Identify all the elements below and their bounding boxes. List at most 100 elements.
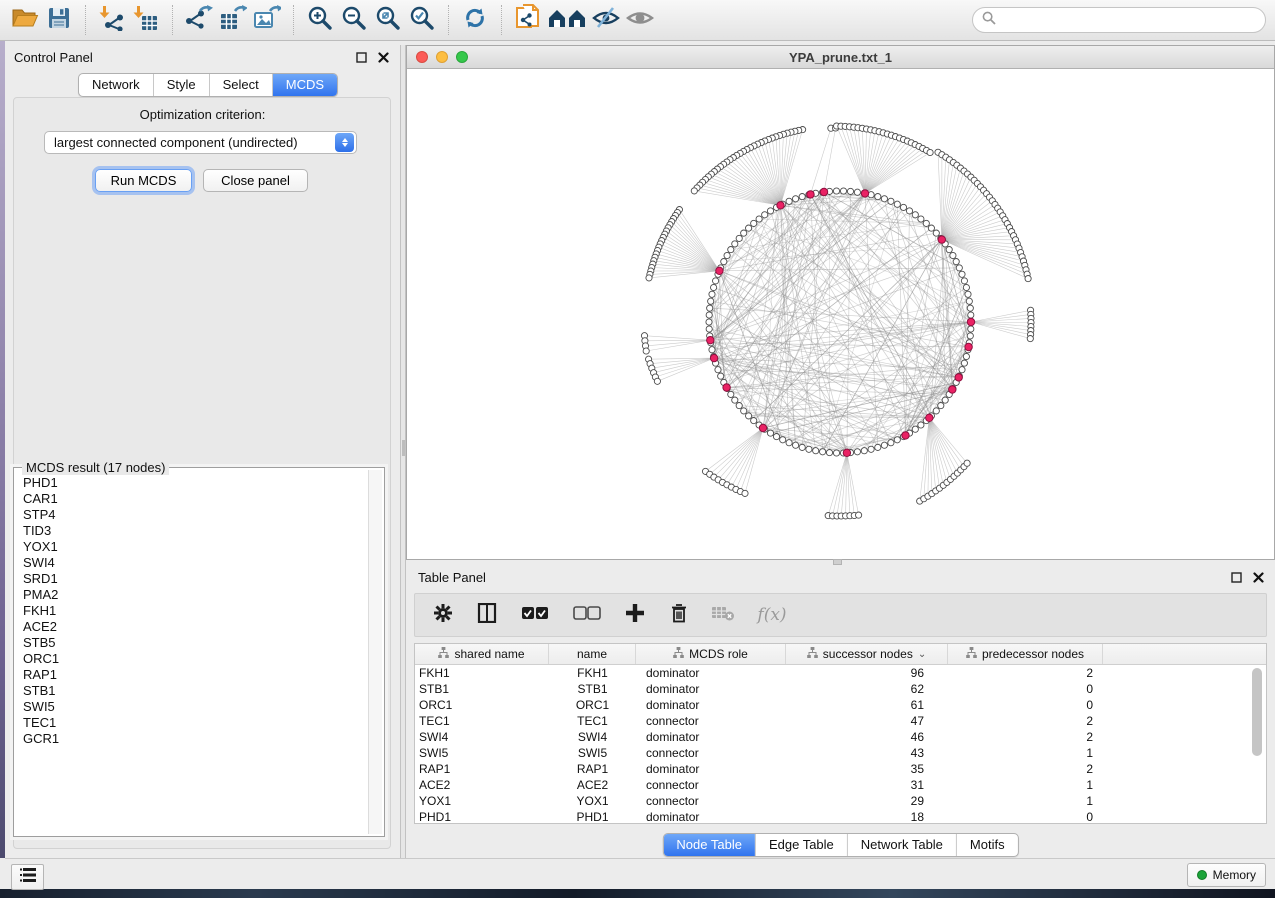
tab-mcds[interactable]: MCDS (272, 74, 337, 96)
close-table-panel-button[interactable] (1251, 570, 1265, 584)
mcds-result-item[interactable]: FKH1 (16, 603, 367, 619)
table-scrollbar-thumb[interactable] (1252, 668, 1262, 756)
column-header-predecessor-nodes[interactable]: predecessor nodes (948, 644, 1103, 664)
tab-style[interactable]: Style (153, 74, 209, 96)
float-table-panel-button[interactable] (1229, 570, 1243, 584)
first-neighbors-button[interactable] (545, 3, 589, 37)
export-table-button[interactable] (216, 3, 250, 37)
column-header-successor-nodes[interactable]: successor nodes⌄ (786, 644, 948, 664)
table-row[interactable]: TEC1TEC1connector472 (415, 713, 1266, 729)
table-row[interactable]: STB1STB1dominator620 (415, 681, 1266, 697)
tab-network-table[interactable]: Network Table (847, 834, 956, 856)
minimize-window-button[interactable] (436, 51, 448, 63)
mcds-result-item[interactable]: STB1 (16, 683, 367, 699)
mcds-result-item[interactable]: ACE2 (16, 619, 367, 635)
export-image-button[interactable] (250, 3, 284, 37)
column-header-shared-name[interactable]: shared name (415, 644, 549, 664)
table-cell: connector (636, 714, 786, 728)
close-panel-action-button[interactable]: Close panel (203, 169, 308, 192)
mcds-result-item[interactable]: STP4 (16, 507, 367, 523)
node-table: shared namenameMCDS rolesuccessor nodes⌄… (414, 643, 1267, 824)
mcds-result-item[interactable]: SRD1 (16, 571, 367, 587)
new-network-from-selection-button[interactable] (511, 3, 545, 37)
table-panel-title: Table Panel (418, 570, 486, 585)
mcds-result-item[interactable]: SWI4 (16, 555, 367, 571)
show-columns-button[interactable] (475, 603, 499, 627)
add-column-button[interactable] (623, 603, 647, 627)
table-row[interactable]: ACE2ACE2connector311 (415, 777, 1266, 793)
table-row[interactable]: SWI4SWI4dominator462 (415, 729, 1266, 745)
import-table-button[interactable] (129, 3, 163, 37)
toolbar-separator (85, 5, 86, 35)
mcds-result-item[interactable]: SWI5 (16, 699, 367, 715)
window-controls (416, 51, 468, 63)
mcds-result-item[interactable]: PMA2 (16, 587, 367, 603)
table-cell: dominator (636, 810, 786, 824)
task-history-button[interactable] (11, 864, 44, 890)
mcds-result-item[interactable]: TEC1 (16, 715, 367, 731)
close-window-button[interactable] (416, 51, 428, 63)
hide-graphics-details-button[interactable] (589, 3, 623, 37)
search-input[interactable] (996, 13, 1265, 27)
select-all-button[interactable] (519, 603, 551, 627)
maximize-window-button[interactable] (456, 51, 468, 63)
mcds-result-item[interactable]: ORC1 (16, 651, 367, 667)
column-header-mcds-role[interactable]: MCDS role (636, 644, 786, 664)
splitter-grip[interactable] (402, 440, 405, 456)
run-mcds-button[interactable]: Run MCDS (95, 169, 192, 192)
close-panel-button[interactable] (376, 50, 390, 64)
toolbar-separator (501, 5, 502, 35)
show-graphics-details-button[interactable] (623, 3, 657, 37)
zoom-fit-button[interactable] (371, 3, 405, 37)
search-box[interactable] (972, 7, 1266, 33)
column-menu-icon[interactable]: ⌄ (918, 649, 926, 660)
table-scrollbar[interactable] (1251, 668, 1263, 821)
mcds-list-scrollbar[interactable] (368, 470, 382, 834)
column-header-name[interactable]: name (549, 644, 636, 664)
save-button[interactable] (42, 3, 76, 37)
mcds-result-item[interactable]: YOX1 (16, 539, 367, 555)
network-graph[interactable] (407, 69, 1274, 560)
table-settings-button[interactable] (431, 603, 455, 627)
tab-node-table[interactable]: Node Table (663, 834, 755, 856)
tab-select[interactable]: Select (209, 74, 272, 96)
plus-icon (625, 603, 645, 628)
table-row[interactable]: YOX1YOX1connector291 (415, 793, 1266, 809)
delete-column-button[interactable] (667, 603, 691, 627)
open-button[interactable] (8, 3, 42, 37)
table-row[interactable]: RAP1RAP1dominator352 (415, 761, 1266, 777)
tab-edge-table[interactable]: Edge Table (755, 834, 847, 856)
mcds-result-item[interactable]: STB5 (16, 635, 367, 651)
table-cell: 0 (948, 682, 1103, 696)
network-window-titlebar[interactable]: YPA_prune.txt_1 (407, 46, 1274, 69)
delete-table-button[interactable] (711, 603, 735, 627)
main-toolbar (0, 0, 1275, 41)
export-network-button[interactable] (182, 3, 216, 37)
tab-network[interactable]: Network (79, 74, 153, 96)
mcds-result-item[interactable]: RAP1 (16, 667, 367, 683)
criterion-select[interactable]: largest connected component (undirected) (44, 131, 357, 154)
table-row[interactable]: PHD1PHD1dominator180 (415, 809, 1266, 825)
table-cell: ACE2 (549, 778, 636, 792)
function-builder-button[interactable]: f(x) (755, 603, 789, 627)
zoom-in-button[interactable] (303, 3, 337, 37)
zoom-selected-button[interactable] (405, 3, 439, 37)
float-panel-button[interactable] (354, 50, 368, 64)
memory-label: Memory (1213, 868, 1256, 882)
memory-button[interactable]: Memory (1187, 863, 1266, 887)
refresh-view-button[interactable] (458, 3, 492, 37)
mcds-result-item[interactable]: CAR1 (16, 491, 367, 507)
import-network-button[interactable] (95, 3, 129, 37)
table-row[interactable]: ORC1ORC1dominator610 (415, 697, 1266, 713)
mcds-result-item[interactable]: PHD1 (16, 475, 367, 491)
mcds-result-item[interactable]: TID3 (16, 523, 367, 539)
table-row[interactable]: SWI5SWI5connector431 (415, 745, 1266, 761)
table-row[interactable]: FKH1FKH1dominator962 (415, 665, 1266, 681)
zoom-out-button[interactable] (337, 3, 371, 37)
deselect-all-button[interactable] (571, 603, 603, 627)
table-cell: ORC1 (415, 698, 549, 712)
table-cell: connector (636, 746, 786, 760)
mcds-result-item[interactable]: GCR1 (16, 731, 367, 747)
eye-icon (626, 5, 654, 36)
tab-motifs[interactable]: Motifs (956, 834, 1018, 856)
